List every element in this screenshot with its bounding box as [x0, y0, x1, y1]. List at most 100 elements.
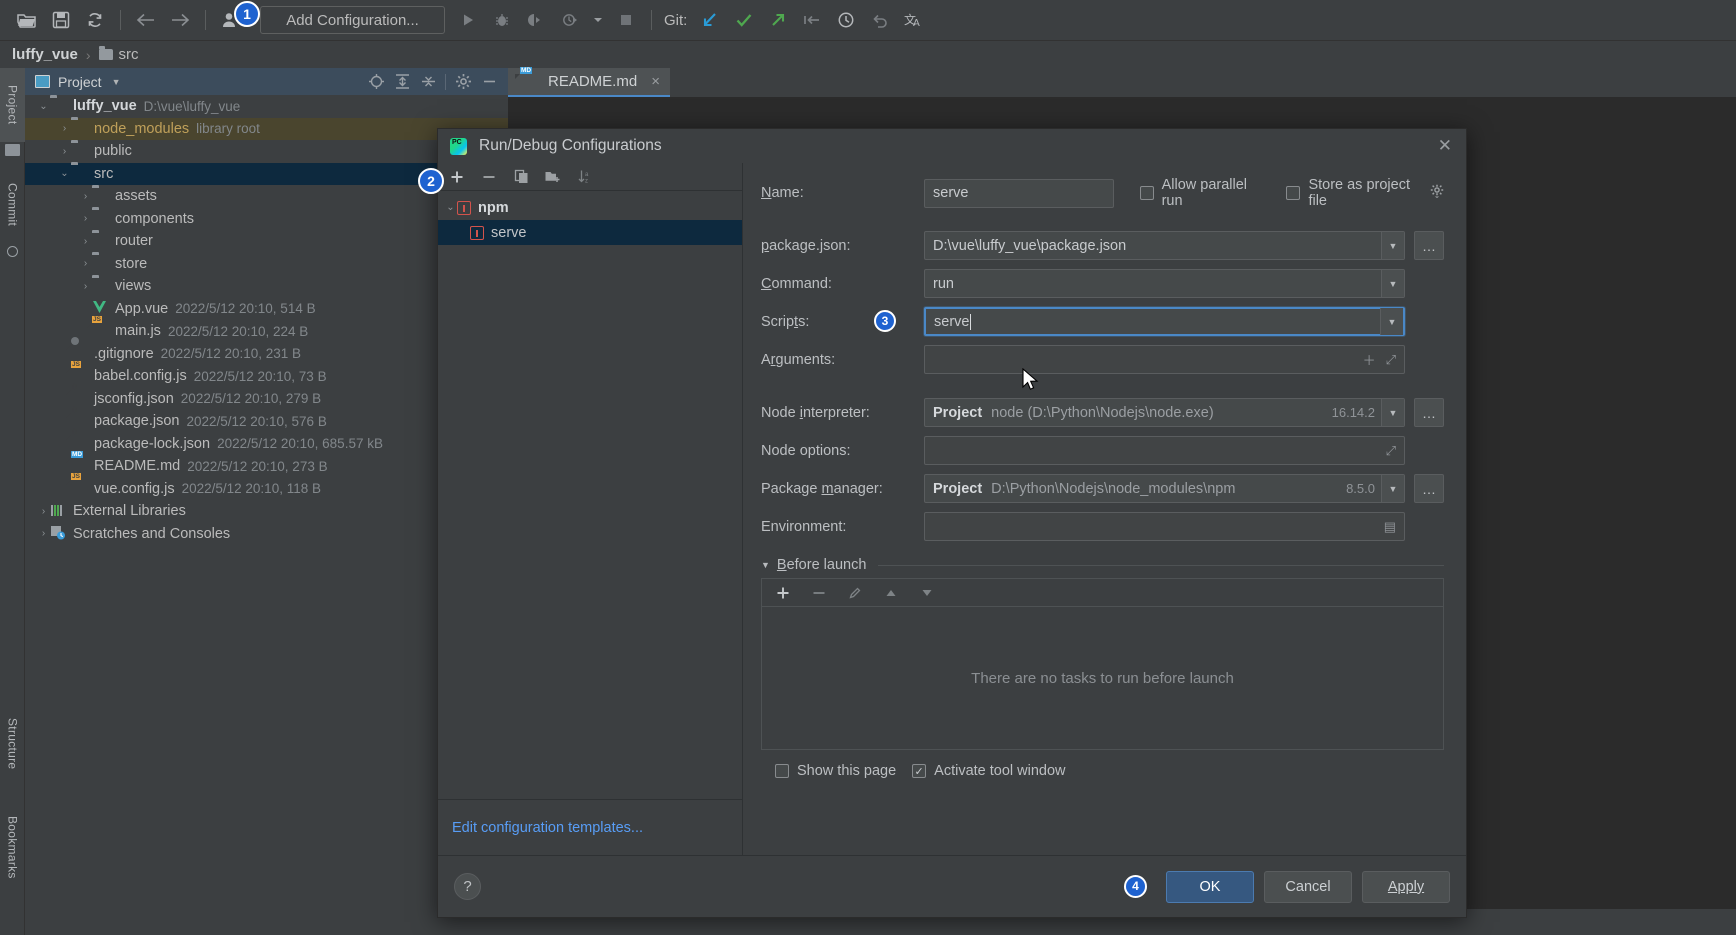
- show-this-page-checkbox[interactable]: Show this page: [775, 763, 896, 779]
- tree-row-node-modules[interactable]: › node_modules library root: [25, 117, 508, 140]
- expand-all-icon[interactable]: [389, 70, 415, 94]
- tree-row-router[interactable]: › router: [25, 230, 508, 253]
- expand-arrow-icon[interactable]: ›: [79, 258, 92, 269]
- configuration-tree[interactable]: ⌄ npm serve: [438, 191, 742, 799]
- tree-row-components[interactable]: › components: [25, 208, 508, 231]
- expand-arrow-icon[interactable]: ›: [58, 146, 71, 157]
- tree-row-public[interactable]: › public: [25, 140, 508, 163]
- sidebar-item-commit[interactable]: Commit: [0, 168, 25, 242]
- expand-arrow-icon[interactable]: ⌄: [58, 168, 71, 179]
- chevron-down-icon[interactable]: ▼: [1380, 308, 1403, 335]
- tree-row-package-json[interactable]: ›{}package.json2022/5/12 20:10, 576 B: [25, 406, 508, 433]
- expand-arrow-icon[interactable]: ›: [37, 506, 50, 517]
- expand-arrow-icon[interactable]: ›: [58, 123, 71, 134]
- chevron-down-icon[interactable]: ▼: [1381, 270, 1404, 297]
- tree-row-store[interactable]: › store: [25, 253, 508, 276]
- tree-row-external-libraries[interactable]: › External Libraries: [25, 500, 508, 523]
- package-manager-browse-button[interactable]: …: [1414, 474, 1444, 503]
- expand-arrow-icon[interactable]: ›: [79, 303, 92, 314]
- tree-row-package-lock-json[interactable]: ›{}package-lock.json2022/5/12 20:10, 685…: [25, 428, 508, 456]
- chevron-down-icon[interactable]: ⌄: [444, 202, 457, 213]
- chevron-down-icon[interactable]: ▼: [1381, 475, 1404, 502]
- sort-alphabetically-icon[interactable]: az: [576, 168, 594, 186]
- sidebar-item-structure[interactable]: Structure: [0, 703, 25, 785]
- move-down-icon[interactable]: [918, 584, 936, 602]
- edit-configuration-templates-link[interactable]: Edit configuration templates...: [452, 820, 643, 836]
- locate-icon[interactable]: [363, 70, 389, 94]
- package-manager-input[interactable]: Project D:\Python\Nodejs\node_modules\np…: [924, 474, 1405, 503]
- expand-arrow-icon[interactable]: ⌄: [37, 101, 50, 112]
- add-configuration-button[interactable]: Add Configuration...: [260, 6, 445, 34]
- expand-icon[interactable]: ⤢: [1386, 443, 1396, 459]
- breadcrumb-root[interactable]: luffy_vue: [12, 46, 78, 63]
- config-group-npm[interactable]: ⌄ npm: [438, 195, 742, 220]
- gear-icon[interactable]: [450, 70, 476, 94]
- node-interpreter-input[interactable]: Project node (D:\Python\Nodejs\node.exe)…: [924, 398, 1405, 427]
- hide-icon[interactable]: [476, 70, 502, 94]
- run-with-coverage-icon[interactable]: [521, 5, 551, 35]
- add-icon[interactable]: ＋: [1363, 350, 1376, 369]
- environment-variables-icon[interactable]: ▤: [1384, 519, 1396, 535]
- debug-icon[interactable]: [487, 5, 517, 35]
- help-button[interactable]: ?: [454, 873, 481, 900]
- project-file-tree[interactable]: ⌄ luffy_vue D:\vue\luffy_vue › node_modules l…: [25, 95, 508, 935]
- push-icon[interactable]: [763, 5, 793, 35]
- tree-row-jsconfig-json[interactable]: ›{}jsconfig.json2022/5/12 20:10, 279 B: [25, 383, 508, 411]
- close-icon[interactable]: ✕: [1434, 136, 1456, 156]
- save-icon[interactable]: [46, 5, 76, 35]
- copy-icon[interactable]: [512, 168, 530, 186]
- add-icon[interactable]: [774, 584, 792, 602]
- sync-icon[interactable]: [80, 5, 110, 35]
- tree-row-vue-config-js[interactable]: ›JSvue.config.js2022/5/12 20:10, 118 B: [25, 473, 508, 501]
- tree-row--gitignore[interactable]: ›.gitignore2022/5/12 20:10, 231 B: [25, 337, 508, 366]
- apply-button[interactable]: Apply: [1362, 870, 1450, 903]
- collapse-all-icon[interactable]: [415, 70, 441, 94]
- command-input[interactable]: run ▼: [924, 269, 1405, 298]
- expand-arrow-icon[interactable]: ›: [79, 281, 92, 292]
- node-interpreter-browse-button[interactable]: …: [1414, 398, 1444, 427]
- tree-row-babel-config-js[interactable]: ›JSbabel.config.js2022/5/12 20:10, 73 B: [25, 360, 508, 388]
- chevron-down-icon[interactable]: ▼: [1381, 232, 1404, 259]
- expand-arrow-icon[interactable]: ›: [37, 528, 50, 539]
- config-item-serve[interactable]: serve: [438, 220, 742, 245]
- profile-icon[interactable]: [555, 5, 585, 35]
- new-folder-icon[interactable]: [544, 168, 562, 186]
- node-options-input[interactable]: ⤢: [924, 436, 1405, 465]
- chevron-down-icon[interactable]: [589, 5, 607, 35]
- allow-parallel-run-checkbox[interactable]: Allow parallel run: [1139, 177, 1265, 209]
- add-icon[interactable]: [448, 168, 466, 186]
- packagejson-input[interactable]: D:\vue\luffy_vue\package.json ▼: [924, 231, 1405, 260]
- sidebar-item-bookmarks[interactable]: Bookmarks: [0, 800, 25, 895]
- stop-icon[interactable]: [611, 5, 641, 35]
- edit-icon[interactable]: [846, 584, 864, 602]
- close-icon[interactable]: ×: [651, 73, 660, 90]
- tree-row-main-js[interactable]: ›JSmain.js2022/5/12 20:10, 224 B: [25, 315, 508, 343]
- packagejson-browse-button[interactable]: …: [1414, 231, 1444, 260]
- activate-tool-window-checkbox[interactable]: ✓ Activate tool window: [912, 763, 1066, 779]
- tree-row-scratches-and-consoles[interactable]: › Scratches and Consoles: [25, 523, 508, 546]
- commit-icon[interactable]: [729, 5, 759, 35]
- remove-icon[interactable]: [810, 584, 828, 602]
- expand-arrow-icon[interactable]: ›: [79, 213, 92, 224]
- undo-icon[interactable]: [865, 5, 895, 35]
- user-profile-icon[interactable]: 1: [216, 1, 260, 35]
- tree-row-readme-md[interactable]: ›MDREADME.md2022/5/12 20:10, 273 B: [25, 450, 508, 478]
- forward-arrow-icon[interactable]: [165, 5, 195, 35]
- arguments-input[interactable]: ＋ ⤢: [924, 345, 1405, 374]
- back-arrow-icon[interactable]: [131, 5, 161, 35]
- remove-icon[interactable]: [480, 168, 498, 186]
- scripts-input[interactable]: serve ▼: [924, 307, 1405, 336]
- move-up-icon[interactable]: [882, 584, 900, 602]
- tree-row-views[interactable]: › views: [25, 275, 508, 298]
- ok-button[interactable]: OK: [1166, 870, 1254, 903]
- history-clock-icon[interactable]: [831, 5, 861, 35]
- gear-icon[interactable]: [1430, 184, 1444, 202]
- expand-arrow-icon[interactable]: ›: [79, 236, 92, 247]
- name-input[interactable]: serve: [924, 178, 1114, 208]
- update-project-icon[interactable]: [695, 5, 725, 35]
- expand-icon[interactable]: ⤢: [1386, 352, 1396, 368]
- store-as-project-file-checkbox[interactable]: Store as project file: [1286, 177, 1444, 209]
- tab-readme-md[interactable]: MD README.md ×: [508, 66, 670, 97]
- translate-icon[interactable]: 文A: [899, 5, 929, 35]
- open-folder-icon[interactable]: [12, 5, 42, 35]
